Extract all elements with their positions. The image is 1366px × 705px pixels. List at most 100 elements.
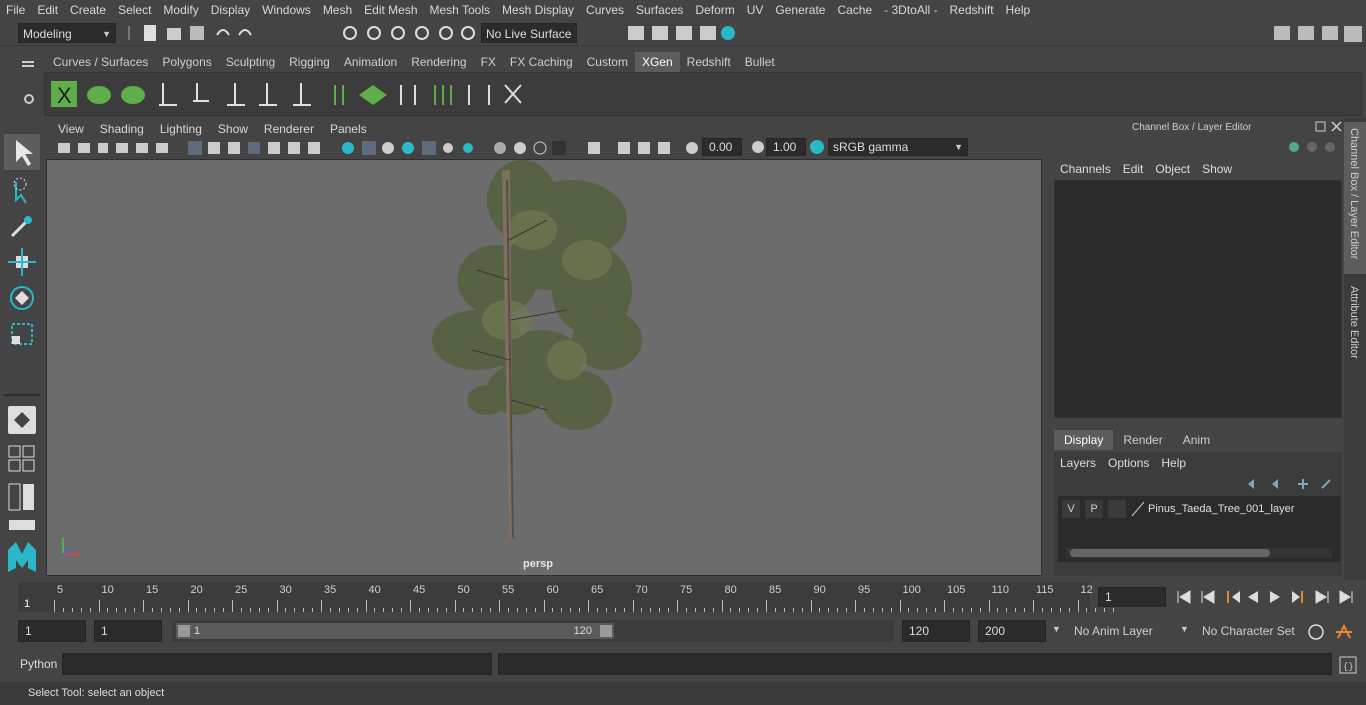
anim-prefs-icons[interactable] [1306,622,1362,642]
window-controls-icons[interactable] [1314,120,1344,134]
menu-display[interactable]: Display [205,0,256,20]
menu-help[interactable]: Help [1000,0,1037,20]
channel-menu-channels[interactable]: Channels [1054,160,1117,178]
menu-edit-mesh[interactable]: Edit Mesh [358,0,423,20]
character-set-dropdown[interactable]: No Character Set [1196,620,1300,642]
range-slider-handle[interactable]: 1 120 [176,623,614,639]
panel-menu-shading[interactable]: Shading [92,120,152,138]
panel-menu-lighting[interactable]: Lighting [152,120,210,138]
mode-dropdown[interactable]: Modeling ▼ [18,23,116,43]
panel-menu-view[interactable]: View [50,120,92,138]
panel-menu-renderer[interactable]: Renderer [256,120,322,138]
snap-tools-icons[interactable] [340,23,480,43]
menu-create[interactable]: Create [64,0,112,20]
layer-tab-render[interactable]: Render [1113,430,1172,450]
shelf-tab-sculpting[interactable]: Sculpting [219,52,282,72]
menu-uv[interactable]: UV [741,0,770,20]
layer-menu-layers[interactable]: Layers [1054,454,1102,472]
layer-tab-display[interactable]: Display [1054,430,1114,450]
file-tools-icons[interactable] [142,23,262,43]
layer-menu-help[interactable]: Help [1155,454,1192,472]
menu-redshift[interactable]: Redshift [944,0,1000,20]
menu-edit[interactable]: Edit [31,0,64,20]
channel-box-display-icons[interactable] [1284,138,1344,156]
animation-end-field[interactable]: 200 [978,620,1046,642]
menu-windows[interactable]: Windows [256,0,317,20]
shelf-tab-redshift[interactable]: Redshift [680,52,738,72]
playback-start-field[interactable]: 1 [94,620,162,642]
lasso-tool-icon[interactable] [6,174,38,206]
layer-playback-toggle[interactable]: P [1085,500,1103,518]
channel-menu-edit[interactable]: Edit [1117,160,1150,178]
playback-controls[interactable] [1174,588,1358,606]
menu-cache[interactable]: Cache [831,0,878,20]
menu-mesh[interactable]: Mesh [317,0,358,20]
live-surface-field[interactable]: No Live Surface [481,23,577,43]
shelf-tab-curves-surfaces[interactable]: Curves / Surfaces [46,52,155,72]
xgen-shelf-icons[interactable]: X [49,79,529,111]
paint-select-tool-icon[interactable] [6,210,38,242]
workspace-icons[interactable] [1272,23,1366,43]
panel-toolbar-icons[interactable] [56,139,736,157]
menu-generate[interactable]: Generate [769,0,831,20]
timeline-ruler[interactable]: 1 5 10 15 20 25 30 35 40 45 50 55 60 65 70 75 80 85 90 95 1… [18,582,1115,612]
channel-list[interactable] [1054,180,1342,418]
menu-3dtoall[interactable]: - 3DtoAll - [878,0,943,20]
rotate-tool-icon[interactable] [6,282,38,314]
panel-menu-panels[interactable]: Panels [322,120,375,138]
channel-menu-show[interactable]: Show [1196,160,1238,178]
layer-menu-options[interactable]: Options [1102,454,1155,472]
script-editor-icon[interactable]: {} [1338,655,1358,675]
shelf-tab-rigging[interactable]: Rigging [282,52,337,72]
range-slider[interactable]: 1 120 [172,620,894,642]
layer-action-icons[interactable] [1244,476,1340,492]
render-tools-icons[interactable] [626,23,746,43]
playback-end-field[interactable]: 120 [902,620,970,642]
show-manipulator-button[interactable] [8,406,36,434]
animation-start-field[interactable]: 1 [18,620,86,642]
anim-layer-dropdown[interactable]: No Anim Layer [1068,620,1176,642]
layer-color-icon[interactable] [1130,500,1146,518]
exposure-field[interactable]: 0.00 [702,138,742,156]
gamma-field[interactable]: 1.00 [766,138,806,156]
shelf-tab-xgen[interactable]: XGen [634,52,680,72]
viewport-3d[interactable]: persp [46,159,1042,576]
layer-type-toggle[interactable] [1108,500,1126,518]
command-input[interactable] [62,653,492,675]
scale-tool-icon[interactable] [6,318,38,350]
shelf-tab-animation[interactable]: Animation [337,52,404,72]
menu-mesh-display[interactable]: Mesh Display [496,0,580,20]
color-management-icon[interactable] [808,139,826,155]
shelf-menu-icon[interactable] [22,58,36,70]
select-tool-button[interactable] [4,134,40,170]
tree-model[interactable] [47,160,1043,577]
menu-mesh-tools[interactable]: Mesh Tools [424,0,496,20]
layout-quad-icon[interactable] [8,444,36,474]
command-language-label[interactable]: Python [20,657,57,671]
layer-row[interactable]: V P Pinus_Taeda_Tree_001_layer [1062,500,1338,518]
gear-icon[interactable] [22,92,36,106]
layer-scrollbar[interactable] [1066,548,1332,558]
current-frame-field[interactable]: 1 [1098,587,1166,607]
attribute-editor-side-tab[interactable]: Attribute Editor [1348,286,1360,359]
layer-visibility-toggle[interactable]: V [1062,500,1080,518]
layout-split-icon[interactable] [8,482,36,512]
menu-select[interactable]: Select [112,0,157,20]
shelf-tab-fx-caching[interactable]: FX Caching [503,52,580,72]
menu-surfaces[interactable]: Surfaces [630,0,689,20]
range-start-grip[interactable] [178,625,190,637]
shelf-tab-bullet[interactable]: Bullet [738,52,782,72]
layer-tab-anim[interactable]: Anim [1173,430,1220,450]
panel-menu-show[interactable]: Show [210,120,256,138]
shelf-tab-fx[interactable]: FX [474,52,503,72]
chevron-down-icon[interactable]: ▼ [1180,624,1189,634]
range-end-grip[interactable] [600,625,612,637]
menu-curves[interactable]: Curves [580,0,630,20]
time-slider[interactable]: 1 5 10 15 20 25 30 35 40 45 50 55 60 65 70 75 80 85 90 95 1… [0,580,1366,616]
menu-deform[interactable]: Deform [689,0,740,20]
menu-file[interactable]: File [0,0,31,20]
chevron-down-icon[interactable]: ▼ [1052,624,1061,634]
layout-single-icon[interactable] [8,518,36,532]
menu-modify[interactable]: Modify [157,0,204,20]
color-space-dropdown[interactable]: sRGB gamma ▼ [828,138,968,156]
